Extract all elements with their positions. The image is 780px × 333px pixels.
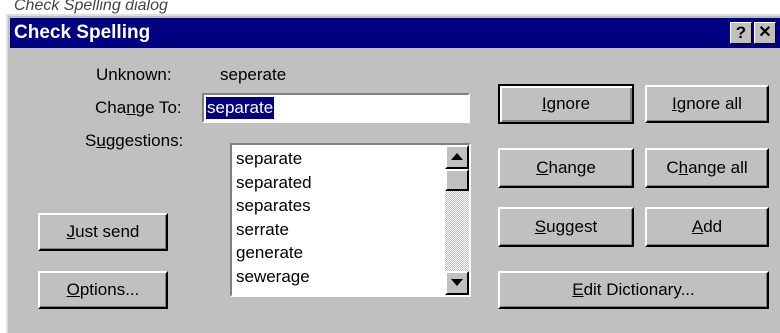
ignore-button[interactable]: Ignore (498, 84, 634, 124)
suggestions-scrollbar[interactable] (445, 145, 469, 295)
options-button[interactable]: Options... (38, 271, 168, 309)
suggestions-label: Suggestions: (85, 131, 184, 150)
suggestion-item[interactable]: sewerage (236, 265, 312, 289)
suggestion-item[interactable]: generate (236, 241, 312, 265)
scroll-up-button[interactable] (445, 145, 469, 169)
help-button[interactable]: ? (730, 22, 752, 44)
check-spelling-dialog: Check Spelling ? ✕ Unknown: seperate Cha… (6, 14, 780, 333)
change-to-input[interactable]: separate (206, 97, 275, 119)
just-send-button[interactable]: Just send (38, 213, 168, 251)
change-to-label: Change To: (95, 98, 182, 117)
change-all-button[interactable]: Ch ange all (645, 148, 769, 188)
change-button[interactable]: Change (498, 148, 634, 188)
up-arrow-icon (451, 153, 463, 160)
scroll-thumb[interactable] (445, 169, 469, 191)
scroll-down-button[interactable] (445, 271, 469, 295)
down-arrow-icon (451, 279, 463, 286)
caption: Check Spelling dialog (14, 0, 168, 14)
suggest-button[interactable]: Suggest (498, 207, 634, 247)
unknown-label: Unknown: (96, 65, 172, 84)
ignore-all-button[interactable]: Ignore all (645, 85, 769, 123)
suggestion-item[interactable]: separates (236, 194, 312, 218)
change-to-field[interactable]: separate (202, 93, 470, 123)
unknown-word: seperate (220, 65, 287, 84)
suggestions-listbox[interactable]: separate separated separates serrate gen… (230, 143, 471, 297)
close-button[interactable]: ✕ (754, 22, 776, 44)
add-button[interactable]: Add (645, 207, 769, 247)
title-bar[interactable]: Check Spelling ? ✕ (10, 18, 780, 48)
suggestion-item[interactable]: separate (236, 147, 312, 171)
dialog-title: Check Spelling (14, 22, 151, 43)
suggestion-item[interactable]: separated (236, 171, 312, 195)
suggestion-item[interactable]: serrate (236, 218, 312, 242)
edit-dictionary-button[interactable]: Edit Dictionary... (498, 271, 769, 309)
